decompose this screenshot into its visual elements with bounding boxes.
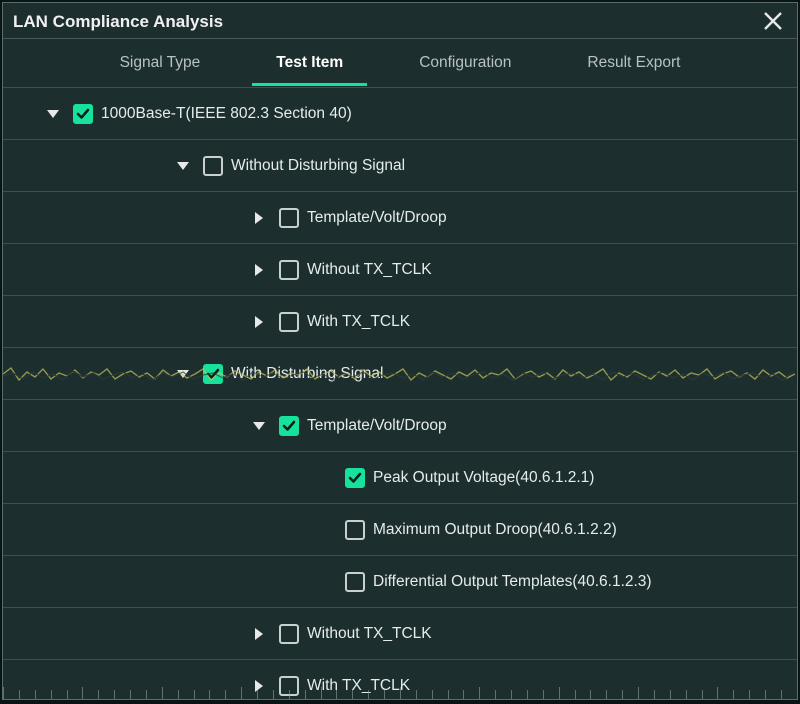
chevron-right-icon[interactable] (249, 627, 269, 641)
tab-signal-type[interactable]: Signal Type (102, 42, 219, 84)
tab-result-export[interactable]: Result Export (569, 42, 698, 84)
tree-item-label: 1000Base-T(IEEE 802.3 Section 40) (101, 105, 352, 123)
checkbox[interactable] (279, 312, 299, 332)
chevron-down-icon[interactable] (173, 159, 193, 173)
tree-row[interactable]: Maximum Output Droop(40.6.1.2.2) (3, 504, 797, 556)
checkbox[interactable] (279, 676, 299, 696)
checkbox[interactable] (279, 416, 299, 436)
tree-row[interactable]: Template/Volt/Droop (3, 192, 797, 244)
chevron-right-icon[interactable] (249, 263, 269, 277)
chevron-down-icon[interactable] (249, 419, 269, 433)
tree-item-label: Template/Volt/Droop (307, 209, 447, 227)
close-button[interactable] (759, 7, 787, 35)
test-item-tree: 1000Base-T(IEEE 802.3 Section 40) Without… (3, 87, 797, 700)
checkbox[interactable] (203, 156, 223, 176)
checkbox[interactable] (279, 260, 299, 280)
chevron-right-icon[interactable] (249, 211, 269, 225)
tree-item-label: Differential Output Templates(40.6.1.2.3… (373, 573, 652, 591)
tree-row[interactable]: With TX_TCLK (3, 296, 797, 348)
checkbox[interactable] (279, 624, 299, 644)
tree-row[interactable]: Without Disturbing Signal (3, 140, 797, 192)
tree-item-label: Peak Output Voltage(40.6.1.2.1) (373, 469, 594, 487)
tree-item-label: Maximum Output Droop(40.6.1.2.2) (373, 521, 617, 539)
tree-item-label: With Disturbing Signal (231, 365, 383, 383)
chevron-down-icon[interactable] (43, 107, 63, 121)
close-icon (763, 11, 783, 31)
checkbox[interactable] (345, 572, 365, 592)
tree-row[interactable]: Without TX_TCLK (3, 244, 797, 296)
checkbox[interactable] (203, 364, 223, 384)
tree-row[interactable]: Without TX_TCLK (3, 608, 797, 660)
tree-row[interactable]: Peak Output Voltage(40.6.1.2.1) (3, 452, 797, 504)
tree-row[interactable]: With Disturbing Signal (3, 348, 797, 400)
tab-configuration[interactable]: Configuration (401, 42, 529, 84)
tab-test-item[interactable]: Test Item (258, 42, 361, 84)
tree-item-label: With TX_TCLK (307, 313, 410, 331)
chevron-right-icon[interactable] (249, 679, 269, 693)
tree-item-label: With TX_TCLK (307, 677, 410, 695)
tree-row[interactable]: Differential Output Templates(40.6.1.2.3… (3, 556, 797, 608)
tree-item-label: Template/Volt/Droop (307, 417, 447, 435)
chevron-right-icon[interactable] (249, 315, 269, 329)
tree-item-label: Without TX_TCLK (307, 625, 432, 643)
checkbox[interactable] (345, 520, 365, 540)
tree-item-label: Without Disturbing Signal (231, 157, 405, 175)
tree-row[interactable]: 1000Base-T(IEEE 802.3 Section 40) (3, 88, 797, 140)
checkbox[interactable] (73, 104, 93, 124)
chevron-down-icon[interactable] (173, 367, 193, 381)
tab-bar: Signal Type Test Item Configuration Resu… (3, 39, 797, 87)
dialog-title: LAN Compliance Analysis (13, 10, 223, 32)
tree-item-label: Without TX_TCLK (307, 261, 432, 279)
tree-row[interactable]: Template/Volt/Droop (3, 400, 797, 452)
dialog-titlebar: LAN Compliance Analysis (3, 3, 797, 39)
tree-row[interactable]: With TX_TCLK (3, 660, 797, 700)
compliance-dialog: LAN Compliance Analysis Signal Type Test… (2, 2, 798, 700)
checkbox[interactable] (345, 468, 365, 488)
checkbox[interactable] (279, 208, 299, 228)
